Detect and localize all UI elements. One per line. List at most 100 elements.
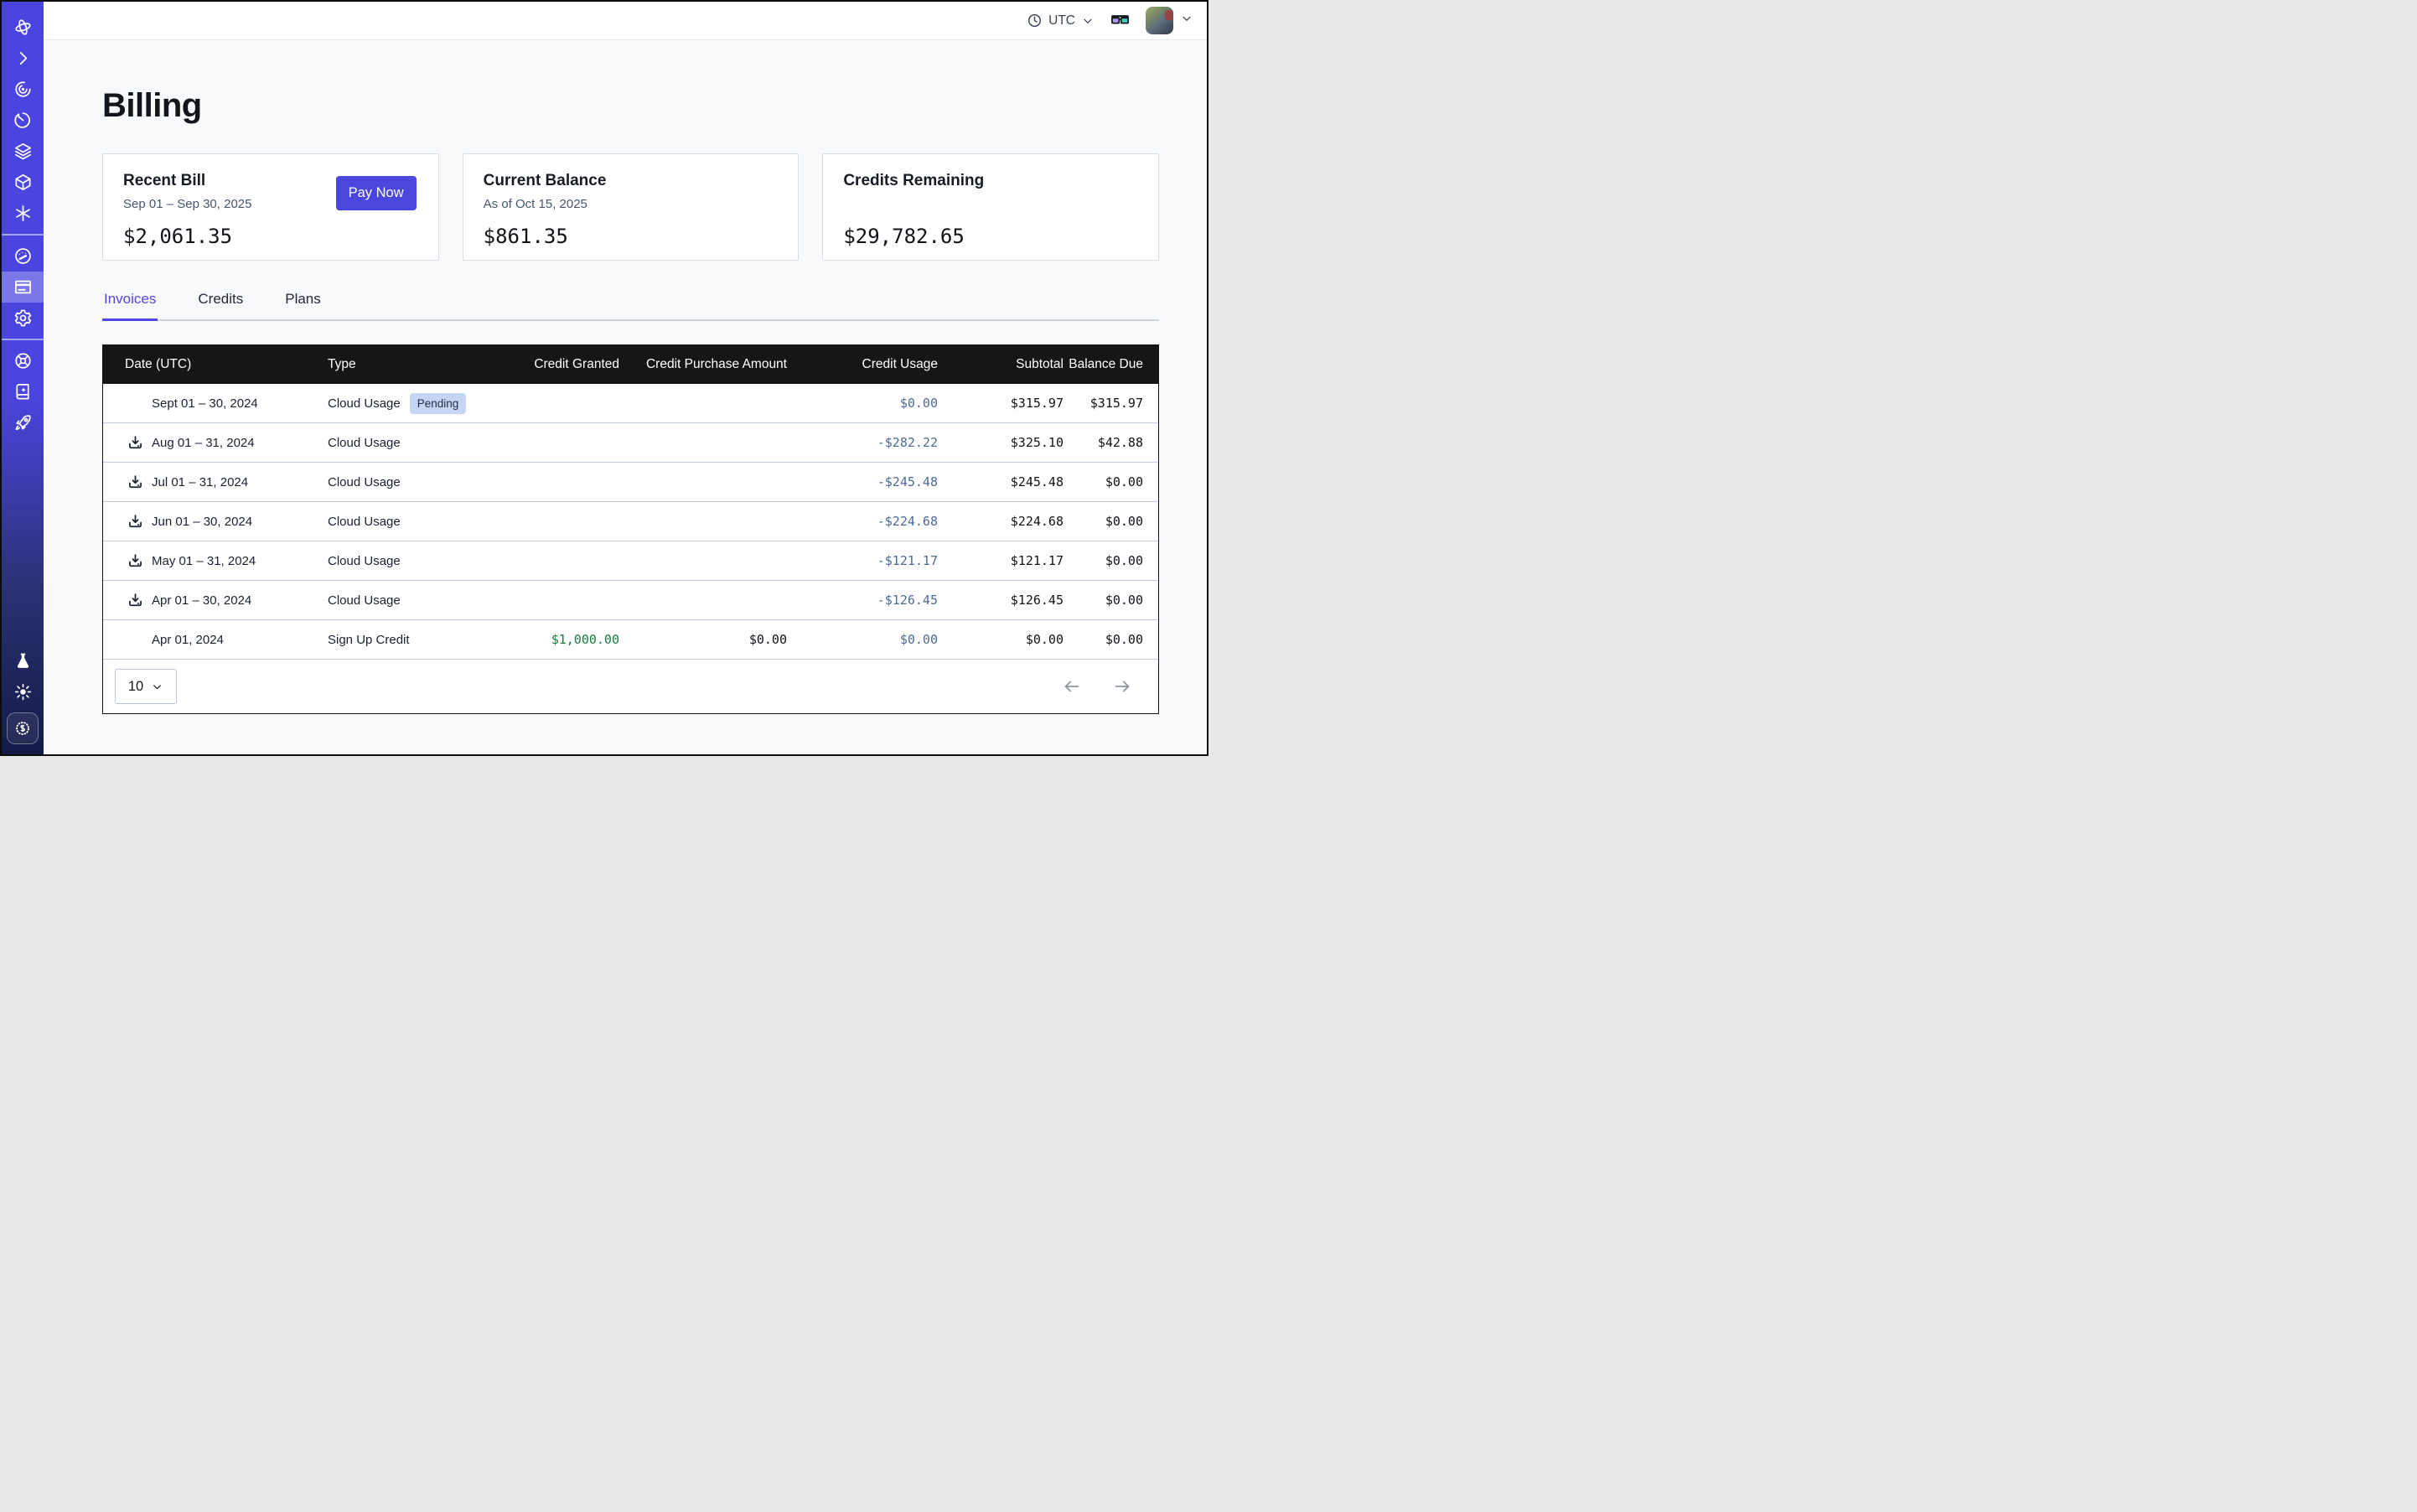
table-body: Sept 01 – 30, 2024 Cloud Usage Pending $… (103, 384, 1158, 660)
table-row: Jun 01 – 30, 2024 Cloud Usage -$224.68 $… (103, 502, 1158, 541)
sidebar-item-billing-card-icon[interactable] (2, 272, 44, 303)
next-page-button[interactable] (1111, 676, 1133, 697)
download-invoice-button[interactable] (127, 474, 144, 491)
credit-usage-value: -$245.48 (787, 474, 938, 489)
balance-due-value: $0.00 (1064, 514, 1158, 529)
invoice-date: May 01 – 31, 2024 (152, 554, 328, 568)
tab-plans[interactable]: Plans (283, 286, 323, 319)
download-invoice-button[interactable] (127, 552, 144, 570)
subtotal-value: $315.97 (938, 396, 1064, 411)
billing-tabs: Invoices Credits Plans (102, 286, 1159, 321)
tab-credits[interactable]: Credits (196, 286, 245, 319)
book-sparkle-docs-icon[interactable] (2, 376, 44, 407)
dollar-badge-credits-button[interactable] (7, 712, 39, 744)
asterisk-icon[interactable] (2, 198, 44, 229)
layers-icon[interactable] (2, 136, 44, 167)
status-badge: Pending (410, 393, 467, 414)
invoices-table: Date (UTC) Type Credit Granted Credit Pu… (102, 344, 1159, 714)
chevron-down-icon (151, 681, 163, 693)
table-row: Apr 01 – 30, 2024 Cloud Usage -$126.45 $… (103, 581, 1158, 620)
credit-usage-value: -$224.68 (787, 514, 938, 529)
timezone-selector[interactable]: UTC (1027, 13, 1095, 28)
table-row: Sept 01 – 30, 2024 Cloud Usage Pending $… (103, 384, 1158, 423)
gear-settings-icon[interactable] (2, 303, 44, 334)
tab-invoices[interactable]: Invoices (102, 286, 158, 319)
table-header: Date (UTC) Type Credit Granted Credit Pu… (103, 345, 1158, 384)
card-subtitle (843, 197, 1138, 213)
chevron-down-icon (1081, 14, 1095, 28)
invoice-type: Cloud Usage Pending (328, 393, 514, 414)
invoice-type-label: Cloud Usage (328, 475, 401, 489)
page-size-select[interactable]: 10 (115, 669, 177, 704)
pay-now-button[interactable]: Pay Now (336, 176, 417, 210)
sun-theme-icon[interactable] (2, 676, 44, 707)
invoice-type: Cloud Usage (328, 515, 514, 529)
card-subtitle: As of Oct 15, 2025 (484, 197, 779, 213)
balance-due-value: $0.00 (1064, 474, 1158, 489)
credit-usage-value: $0.00 (787, 632, 938, 647)
download-icon (127, 592, 144, 609)
table-row: Jul 01 – 31, 2024 Cloud Usage -$245.48 $… (103, 463, 1158, 502)
logo-orbit-icon[interactable] (2, 12, 44, 43)
balance-due-value: $0.00 (1064, 553, 1158, 568)
cube-icon[interactable] (2, 167, 44, 198)
sidebar-divider (2, 234, 44, 236)
invoice-type-label: Cloud Usage (328, 593, 401, 608)
current-balance-card: Current Balance As of Oct 15, 2025 $861.… (463, 153, 800, 261)
balance-due-value: $0.00 (1064, 632, 1158, 647)
summary-cards: Recent Bill Sep 01 – Sep 30, 2025 $2,061… (102, 153, 1159, 261)
table-row: Apr 01, 2024 Sign Up Credit $1,000.00 $0… (103, 620, 1158, 660)
credit-granted-value: $1,000.00 (514, 632, 619, 647)
col-subtotal: Subtotal (938, 357, 1064, 372)
invoice-type-label: Cloud Usage (328, 436, 401, 450)
credit-usage-value: $0.00 (787, 396, 938, 411)
col-credit-purchase-amount: Credit Purchase Amount (619, 357, 787, 372)
recent-bill-card: Recent Bill Sep 01 – Sep 30, 2025 $2,061… (102, 153, 439, 261)
dollar-badge-icon (13, 719, 32, 738)
credits-remaining-amount: $29,782.65 (843, 225, 1138, 248)
download-invoice-button[interactable] (127, 592, 144, 609)
prev-page-button[interactable] (1061, 676, 1083, 697)
credit-usage-value: -$282.22 (787, 435, 938, 450)
page-title: Billing (102, 87, 1159, 125)
scan-icon[interactable] (2, 74, 44, 105)
invoice-type: Sign Up Credit (328, 633, 514, 647)
user-menu[interactable] (1146, 7, 1193, 34)
col-credit-granted: Credit Granted (514, 357, 619, 372)
flask-labs-icon[interactable] (2, 645, 44, 676)
avatar[interactable] (1146, 7, 1173, 34)
subtotal-value: $325.10 (938, 435, 1064, 450)
credit-purchase-value: $0.00 (619, 632, 787, 647)
glasses-icon[interactable] (1110, 10, 1131, 31)
download-icon (127, 552, 144, 570)
subtotal-value: $126.45 (938, 593, 1064, 608)
download-invoice-button[interactable] (127, 434, 144, 452)
rocket-icon[interactable] (2, 407, 44, 438)
invoice-type-label: Sign Up Credit (328, 633, 410, 647)
invoice-date: Sept 01 – 30, 2024 (152, 396, 328, 411)
col-date: Date (UTC) (103, 357, 328, 372)
recent-bill-amount: $2,061.35 (123, 225, 418, 248)
balance-due-value: $42.88 (1064, 435, 1158, 450)
ship-wheel-support-icon[interactable] (2, 345, 44, 376)
gauge-dashboard-icon[interactable] (2, 241, 44, 272)
invoice-date: Apr 01, 2024 (152, 633, 328, 647)
invoice-date: Aug 01 – 31, 2024 (152, 436, 328, 450)
download-icon (127, 474, 144, 491)
invoice-type-label: Cloud Usage (328, 396, 401, 411)
card-title: Current Balance (484, 172, 779, 190)
invoice-date: Jun 01 – 30, 2024 (152, 515, 328, 529)
app-window: UTC Billing Recent Bill (0, 0, 1208, 756)
col-balance-due: Balance Due (1064, 357, 1158, 372)
card-title: Credits Remaining (843, 172, 1138, 190)
expand-sidebar-chevron-right-icon[interactable] (2, 43, 44, 74)
invoice-type: Cloud Usage (328, 554, 514, 568)
timer-icon[interactable] (2, 105, 44, 136)
clock-icon (1027, 13, 1043, 28)
chevron-down-icon (1180, 12, 1193, 25)
download-invoice-button[interactable] (127, 513, 144, 531)
download-icon (127, 513, 144, 531)
credit-usage-value: -$126.45 (787, 593, 938, 608)
subtotal-value: $224.68 (938, 514, 1064, 529)
invoice-type: Cloud Usage (328, 593, 514, 608)
